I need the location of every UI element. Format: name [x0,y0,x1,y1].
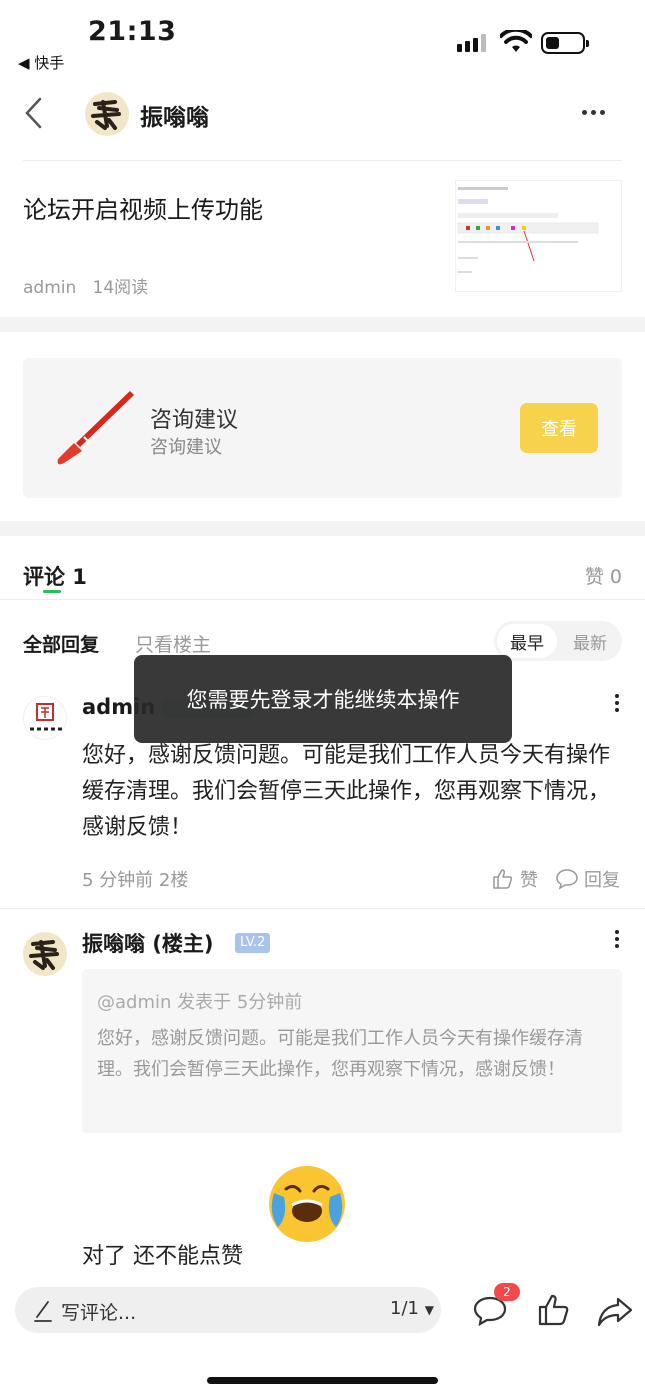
filter-owner-only[interactable]: 只看楼主 [135,630,211,657]
commenter-name[interactable]: 振嗡嗡 (楼主) [82,928,214,958]
like-button[interactable]: 赞 [491,866,538,892]
article-meta: admin 14阅读 [23,273,148,298]
thumbs-up-icon[interactable] [536,1292,572,1328]
reply-label: 回复 [584,870,620,891]
view-button[interactable]: 查看 [520,403,598,453]
page-selector[interactable]: 1/1 ▼ [390,1298,434,1319]
sort-earliest[interactable]: 最早 [497,624,557,658]
page-indicator: 1/1 [390,1298,419,1319]
reply-button[interactable]: 回复 [555,866,620,892]
login-required-toast: 您需要先登录才能继续本操作 [134,655,512,743]
cellular-signal-icon [457,34,486,52]
promo-title: 咨询建议 [150,408,239,433]
divider [0,599,645,600]
section-gap [0,521,645,536]
thumbs-up-icon [493,869,513,889]
section-gap [0,317,645,332]
share-icon[interactable] [596,1294,634,1328]
wifi-icon [500,30,532,52]
comment-count-badge: 2 [494,1283,520,1301]
brush-icon [57,391,134,465]
comment-text: 您好，感谢反馈问题。可能是我们工作人员今天有操作缓存清理。我们会暂停三天此操作，… [82,743,611,840]
level-badge: LV.2 [235,933,271,953]
comment-time-floor: 5 分钟前 2楼 [82,870,189,891]
comment-more-icon[interactable] [615,930,619,948]
author-name[interactable]: 振嗡嗡 [140,98,209,132]
comment-input-placeholder[interactable]: 写评论... [61,1298,136,1325]
back-chevron-icon[interactable] [22,96,46,130]
back-to-app-link[interactable]: ◀ 快手 [18,52,64,73]
pen-icon [34,1301,52,1322]
tab-active-indicator [43,590,61,593]
comment-text: 对了 还不能点赞 [82,1244,243,1269]
reply-bubble-icon [556,869,578,890]
comment-more-icon[interactable] [615,694,619,712]
like-label: 赞 [520,870,538,891]
commenter-avatar[interactable] [23,932,67,976]
status-time: 21:13 [88,16,177,47]
divider [23,160,622,161]
quote-header: @admin 发表于 5分钟前 [97,992,303,1013]
crying-emoji-icon [269,1166,345,1242]
home-indicator [207,1377,438,1384]
filter-all-replies[interactable]: 全部回复 [23,630,99,657]
article-thumbnail[interactable] [455,180,622,292]
author-avatar[interactable] [85,92,129,136]
caret-down-icon: ▼ [424,1303,434,1317]
tab-comments[interactable]: 评论 1 [23,561,87,591]
divider [0,908,645,909]
more-options-icon[interactable] [582,110,605,115]
sort-latest[interactable]: 最新 [560,624,620,658]
commenter-avatar[interactable] [23,696,67,740]
tab-likes[interactable]: 赞 0 [585,562,622,589]
article-title[interactable]: 论坛开启视频上传功能 [23,190,263,225]
promo-subtitle: 咨询建议 [150,437,222,458]
article-author: admin [23,278,77,298]
quote-text: 您好，感谢反馈问题。可能是我们工作人员今天有操作缓存清理。我们会暂停三天此操作，… [97,1028,583,1080]
article-reads: 14阅读 [92,278,149,298]
battery-icon [541,32,589,54]
